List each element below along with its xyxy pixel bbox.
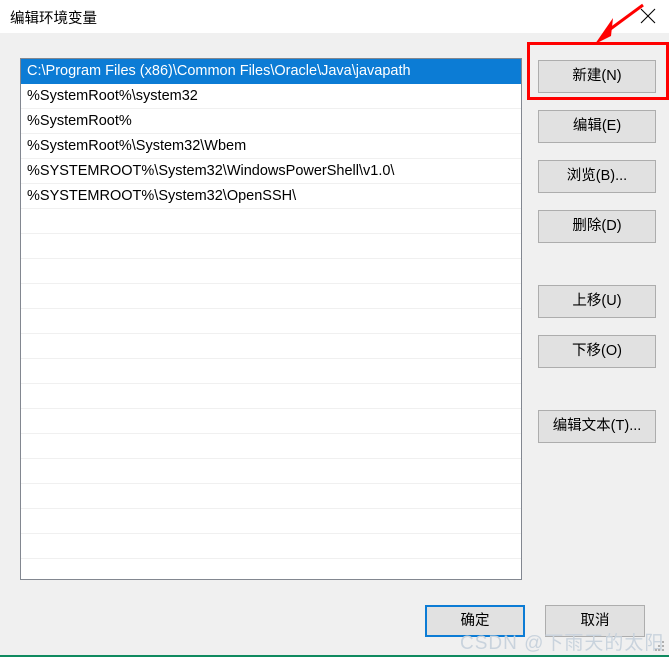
list-item-empty[interactable] (21, 509, 521, 534)
close-glyph (640, 8, 656, 24)
list-item-empty[interactable] (21, 409, 521, 434)
list-item-empty[interactable] (21, 259, 521, 284)
path-list[interactable]: C:\Program Files (x86)\Common Files\Orac… (20, 58, 522, 580)
edit-button[interactable]: 编辑(E) (538, 110, 656, 143)
list-item-empty[interactable] (21, 334, 521, 359)
resize-grip[interactable] (655, 641, 665, 651)
new-button[interactable]: 新建(N) (538, 60, 656, 93)
list-item-empty[interactable] (21, 309, 521, 334)
list-item[interactable]: %SystemRoot%\system32 (21, 84, 521, 109)
list-item[interactable]: %SystemRoot%\System32\Wbem (21, 134, 521, 159)
list-item[interactable]: %SYSTEMROOT%\System32\WindowsPowerShell\… (21, 159, 521, 184)
move-up-button[interactable]: 上移(U) (538, 285, 656, 318)
list-item[interactable]: C:\Program Files (x86)\Common Files\Orac… (21, 59, 521, 84)
delete-button[interactable]: 删除(D) (538, 210, 656, 243)
list-item[interactable]: %SYSTEMROOT%\System32\OpenSSH\ (21, 184, 521, 209)
list-item-empty[interactable] (21, 359, 521, 384)
list-item-empty[interactable] (21, 209, 521, 234)
list-item-empty[interactable] (21, 284, 521, 309)
close-icon[interactable] (628, 0, 669, 31)
list-item-empty[interactable] (21, 559, 521, 579)
title-bar: 编辑环境变量 (0, 0, 669, 33)
move-down-button[interactable]: 下移(O) (538, 335, 656, 368)
list-item-empty[interactable] (21, 234, 521, 259)
list-item-empty[interactable] (21, 534, 521, 559)
list-item-empty[interactable] (21, 384, 521, 409)
browse-button[interactable]: 浏览(B)... (538, 160, 656, 193)
ok-button[interactable]: 确定 (425, 605, 525, 637)
list-item-empty[interactable] (21, 459, 521, 484)
edit-text-button[interactable]: 编辑文本(T)... (538, 410, 656, 443)
list-item-empty[interactable] (21, 484, 521, 509)
list-item-empty[interactable] (21, 434, 521, 459)
dialog-title: 编辑环境变量 (10, 11, 97, 27)
edit-environment-variable-dialog: 编辑环境变量 C:\Program Files (x86)\Common Fil… (0, 0, 669, 657)
cancel-button[interactable]: 取消 (545, 605, 645, 637)
list-item[interactable]: %SystemRoot% (21, 109, 521, 134)
